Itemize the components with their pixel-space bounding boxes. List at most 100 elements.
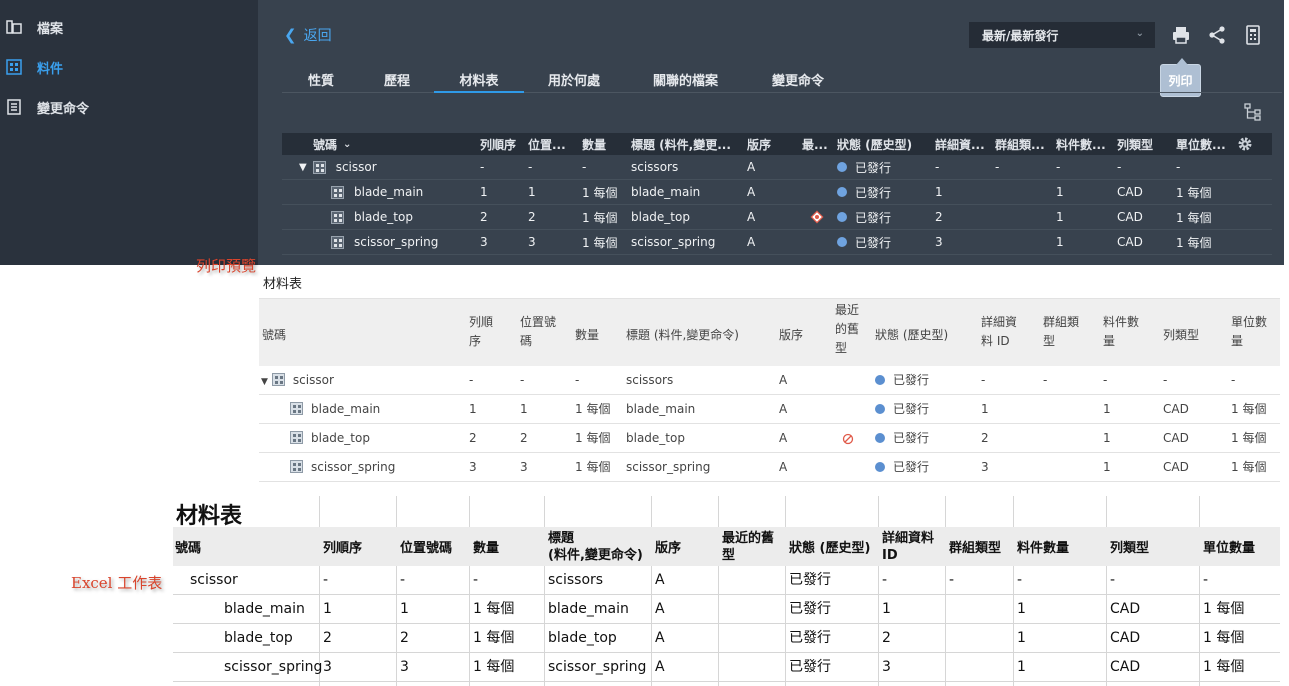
excel-col-group-type[interactable]: 群組類型 — [949, 540, 1001, 557]
table-row[interactable]: blade_main 1 1 1 每個 blade_main A 已發行 1 1 CAD 1 每個 — [282, 180, 1272, 205]
table-row[interactable]: scissor - - - scissors A 已發行 - - - - - — [173, 566, 1280, 595]
excel-col-recent[interactable]: 最近的舊 型 — [722, 530, 774, 564]
col-unit-qty[interactable]: 單位數... — [1176, 133, 1231, 155]
excel-cell-unit-qty[interactable]: - — [1203, 572, 1208, 589]
excel-cell-revision[interactable]: A — [655, 572, 665, 589]
excel-cell-group-type[interactable]: - — [949, 572, 954, 589]
excel-cell-unit-qty[interactable]: 1 每個 — [1203, 659, 1244, 676]
tab-related-files[interactable]: 關聯的檔案 — [648, 70, 723, 93]
excel-cell-status[interactable]: 已發行 — [789, 601, 831, 618]
col-number[interactable]: 號碼 ⌄ — [313, 133, 463, 155]
excel-cell-revision[interactable]: A — [655, 630, 665, 647]
excel-cell-row-order[interactable]: 1 — [323, 601, 332, 618]
col-revision[interactable]: 版序 — [747, 133, 787, 155]
excel-cell-detail-id[interactable]: 3 — [882, 659, 891, 676]
expand-toggle-icon[interactable]: ▼ — [299, 162, 307, 173]
col-row-order[interactable]: 列順序 — [480, 133, 520, 155]
print-icon[interactable] — [1171, 25, 1191, 45]
excel-cell-position[interactable]: 3 — [400, 659, 409, 676]
excel-cell-revision[interactable]: A — [655, 601, 665, 618]
excel-cell-title[interactable]: scissor_spring — [548, 659, 646, 676]
excel-col-detail-id[interactable]: 詳細資料 ID — [882, 530, 934, 564]
excel-cell-position[interactable]: 1 — [400, 601, 409, 618]
tab-properties[interactable]: 性質 — [306, 70, 336, 93]
excel-cell-row-order[interactable]: 2 — [323, 630, 332, 647]
excel-cell-number[interactable]: scissor — [190, 572, 238, 589]
excel-cell-unit-qty[interactable]: 1 每個 — [1203, 601, 1244, 618]
table-row[interactable]: scissor_spring 3 3 1 每個 scissor_spring A 已發行 3 1… — [173, 653, 1280, 682]
excel-cell-position[interactable]: - — [400, 572, 405, 589]
excel-cell-detail-id[interactable]: 1 — [882, 601, 891, 618]
excel-cell-row-type[interactable]: CAD — [1110, 659, 1140, 676]
excel-cell-row-order[interactable]: - — [323, 572, 328, 589]
col-row-type[interactable]: 列類型 — [1117, 133, 1169, 155]
part-number[interactable]: scissor_spring — [354, 235, 438, 249]
gear-icon[interactable] — [1237, 133, 1257, 155]
tab-change-orders[interactable]: 變更命令 — [768, 70, 828, 93]
calculator-icon[interactable] — [1243, 25, 1263, 45]
share-icon[interactable] — [1207, 25, 1227, 45]
excel-cell-revision[interactable]: A — [655, 659, 665, 676]
excel-cell-quantity[interactable]: 1 每個 — [473, 630, 514, 647]
excel-cell-item-qty[interactable]: - — [1017, 572, 1022, 589]
part-number[interactable]: scissor — [336, 160, 377, 174]
tree-view-icon[interactable] — [1244, 103, 1262, 121]
excel-col-row-type[interactable]: 列類型 — [1110, 540, 1149, 557]
excel-cell-title[interactable]: blade_top — [548, 630, 617, 647]
excel-cell-status[interactable]: 已發行 — [789, 630, 831, 647]
excel-cell-item-qty[interactable]: 1 — [1017, 601, 1026, 618]
excel-cell-detail-id[interactable]: 2 — [882, 630, 891, 647]
excel-cell-row-type[interactable]: CAD — [1110, 601, 1140, 618]
excel-cell-row-order[interactable]: 3 — [323, 659, 332, 676]
col-detail-id[interactable]: 詳細資... — [935, 133, 987, 155]
excel-col-revision[interactable]: 版序 — [655, 540, 681, 557]
sidebar-item-files[interactable]: 檔案 — [6, 15, 63, 39]
col-quantity[interactable]: 數量 — [582, 133, 622, 155]
excel-cell-quantity[interactable]: - — [473, 572, 478, 589]
excel-cell-title[interactable]: blade_main — [548, 601, 629, 618]
tab-bom[interactable]: 材料表 — [434, 70, 524, 93]
excel-col-status[interactable]: 狀態 (歷史型) — [789, 540, 870, 557]
excel-cell-status[interactable]: 已發行 — [789, 572, 831, 589]
excel-cell-item-qty[interactable]: 1 — [1017, 659, 1026, 676]
col-group-type[interactable]: 群組類... — [995, 133, 1050, 155]
table-row[interactable]: blade_main 1 1 1 每個 blade_main A 已發行 1 1 CAD 1 每個 — [173, 595, 1280, 624]
col-item-qty[interactable]: 料件數... — [1056, 133, 1111, 155]
tab-history[interactable]: 歷程 — [382, 70, 412, 93]
excel-cell-number[interactable]: blade_top — [224, 630, 293, 647]
col-title[interactable]: 標題 (料件,變更... — [631, 133, 737, 155]
excel-cell-row-type[interactable]: CAD — [1110, 630, 1140, 647]
col-status[interactable]: 狀態 (歷史型) — [837, 133, 932, 155]
part-number[interactable]: blade_top — [354, 210, 413, 224]
excel-col-unit-qty[interactable]: 單位數量 — [1203, 540, 1255, 557]
excel-col-number[interactable]: 號碼 — [175, 540, 201, 557]
back-button[interactable]: ❮ 返回 — [284, 25, 332, 45]
sidebar-item-items[interactable]: 料件 — [6, 55, 63, 79]
excel-col-quantity[interactable]: 數量 — [473, 540, 499, 557]
table-row[interactable]: scissor_spring 3 3 1 每個 scissor_spring A 已發行 3 1… — [282, 230, 1272, 255]
excel-cell-status[interactable]: 已發行 — [789, 659, 831, 676]
excel-cell-number[interactable]: blade_main — [224, 601, 305, 618]
table-row[interactable]: blade_top 2 2 1 每個 blade_top A 已發行 2 1 CAD 1 每個 — [282, 205, 1272, 230]
release-select[interactable]: 最新/最新發行 ⌄ — [969, 22, 1155, 48]
excel-cell-unit-qty[interactable]: 1 每個 — [1203, 630, 1244, 647]
excel-col-item-qty[interactable]: 料件數量 — [1017, 540, 1069, 557]
excel-cell-quantity[interactable]: 1 每個 — [473, 601, 514, 618]
excel-col-title[interactable]: 標題 (料件,變更命令) — [548, 530, 643, 564]
excel-cell-item-qty[interactable]: 1 — [1017, 630, 1026, 647]
table-row[interactable]: ▼ scissor - - - scissors A 已發行 - - - - - — [282, 155, 1272, 180]
excel-cell-detail-id[interactable]: - — [882, 572, 887, 589]
part-number[interactable]: blade_main — [354, 185, 423, 199]
excel-cell-quantity[interactable]: 1 每個 — [473, 659, 514, 676]
table-row[interactable]: blade_top 2 2 1 每個 blade_top A 已發行 2 1 CAD 1 每個 — [173, 624, 1280, 653]
sidebar-item-change-orders[interactable]: 變更命令 — [6, 95, 89, 119]
excel-cell-number[interactable]: scissor_spring — [224, 659, 322, 676]
excel-cell-title[interactable]: scissors — [548, 572, 603, 589]
col-recent[interactable]: 最... — [802, 133, 830, 155]
col-position[interactable]: 位置... — [528, 133, 572, 155]
excel-col-row-order[interactable]: 列順序 — [323, 540, 362, 557]
tab-where-used[interactable]: 用於何處 — [544, 70, 604, 93]
excel-cell-row-type[interactable]: - — [1110, 572, 1115, 589]
excel-cell-position[interactable]: 2 — [400, 630, 409, 647]
excel-col-position[interactable]: 位置號碼 — [400, 540, 452, 557]
